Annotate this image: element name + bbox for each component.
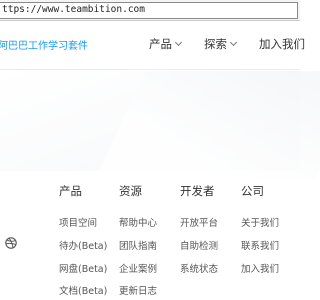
nav-products-label: 产品: [149, 37, 172, 51]
footer-heading-developers: 开发者: [180, 184, 215, 198]
url-text: ttps://www.teambition.com: [2, 4, 145, 15]
nav-products[interactable]: 产品: [149, 36, 183, 52]
chevron-down-icon: [174, 38, 183, 47]
url-field[interactable]: ttps://www.teambition.com: [0, 2, 298, 19]
footer-link-contact[interactable]: 联系我们: [241, 238, 279, 252]
site-header: 阿巴巴工作学习套件 产品 探索 加入我们: [0, 22, 305, 70]
footer-link-projects[interactable]: 项目空间: [59, 215, 97, 229]
footer-link-changelog[interactable]: 更新日志: [119, 283, 157, 297]
nav-explore[interactable]: 探索: [204, 36, 238, 52]
footer-link-docs[interactable]: 文档(Beta): [59, 283, 107, 297]
footer-link-join[interactable]: 加入我们: [241, 261, 279, 275]
nav-join-label: 加入我们: [259, 37, 305, 51]
footer-link-open-platform[interactable]: 开放平台: [180, 215, 218, 229]
dribbble-icon[interactable]: [5, 237, 17, 249]
browser-address-bar: ttps://www.teambition.com: [0, 0, 300, 21]
footer-heading-resources: 资源: [119, 184, 142, 198]
nav-join-us[interactable]: 加入我们: [259, 36, 305, 52]
footer-link-drive[interactable]: 网盘(Beta): [59, 261, 107, 275]
footer-link-self-check[interactable]: 自助检测: [180, 238, 218, 252]
chevron-down-icon: [229, 38, 238, 47]
footer-link-system-status[interactable]: 系统状态: [180, 261, 218, 275]
brand-tagline[interactable]: 阿巴巴工作学习套件: [0, 37, 88, 52]
footer-link-help-center[interactable]: 帮助中心: [119, 215, 157, 229]
footer-heading-company: 公司: [241, 184, 264, 198]
footer-heading-products: 产品: [59, 184, 82, 198]
nav-explore-label: 探索: [204, 37, 227, 51]
footer-link-team-guide[interactable]: 团队指南: [119, 238, 157, 252]
footer-link-cases[interactable]: 企业案例: [119, 261, 157, 275]
footer-link-about[interactable]: 关于我们: [241, 215, 279, 229]
footer-link-todo[interactable]: 待办(Beta): [59, 238, 107, 252]
